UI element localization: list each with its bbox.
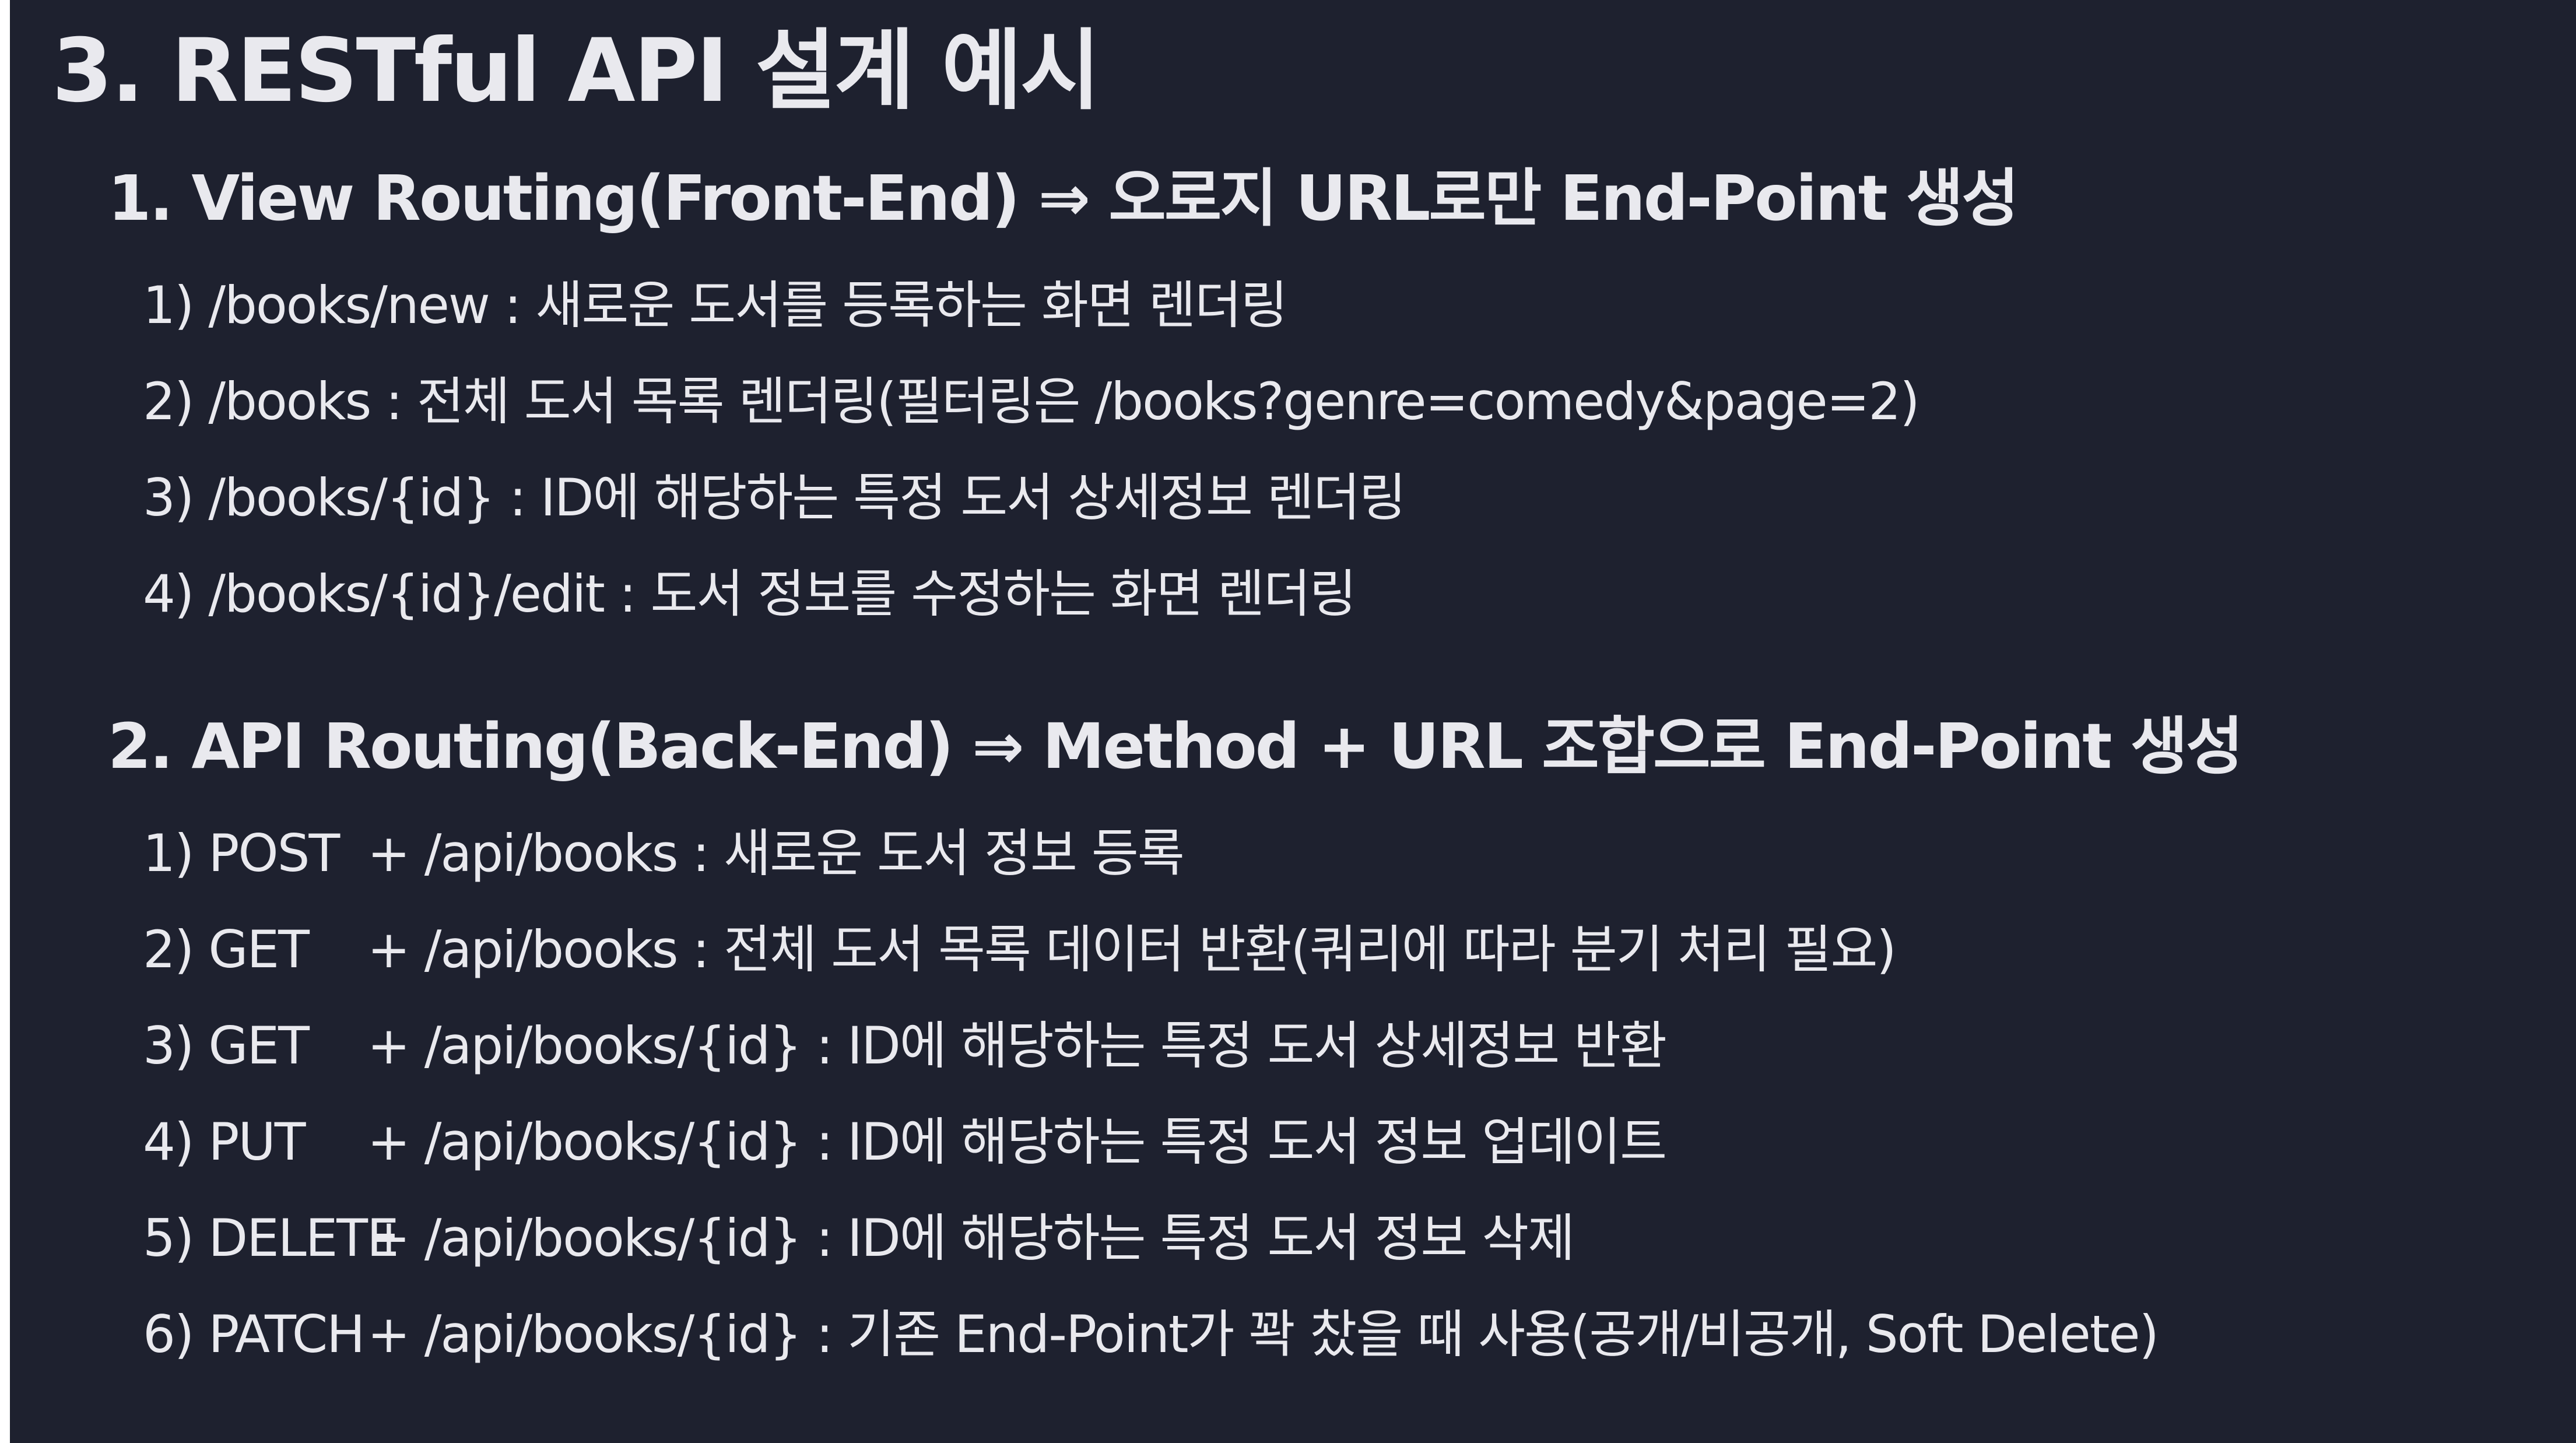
item-text: /books/{id} : ID에 해당하는 특정 도서 상세정보 렌더링 [208,468,1406,528]
api-routing-item: 1) POST + /api/books : 새로운 도서 정보 등록 [143,805,2242,901]
http-method: GET [208,919,310,980]
api-routing-item: 4) PUT + /api/books/{id} : ID에 해당하는 특정 도서… [143,1094,2242,1190]
item-method: 3) GET [143,998,367,1094]
view-routing-section: 1. View Routing(Front-End) ⇒ 오로지 URL로만 E… [108,163,2019,642]
item-text: + /api/books : 새로운 도서 정보 등록 [367,823,1185,884]
item-number: 4) [143,1112,194,1172]
item-number: 6) [143,1304,194,1365]
item-number: 2) [143,371,194,432]
item-text: + /api/books/{id} : 기존 End-Point가 꽉 찼을 때… [367,1304,2159,1365]
api-routing-list: 1) POST + /api/books : 새로운 도서 정보 등록 2) GE… [143,805,2242,1382]
http-method: PATCH [208,1304,365,1365]
api-routing-heading: 2. API Routing(Back-End) ⇒ Method + URL … [108,711,2244,783]
view-routing-item: 1) /books/new : 새로운 도서를 등록하는 화면 렌더링 [143,257,2017,353]
view-routing-list: 1) /books/new : 새로운 도서를 등록하는 화면 렌더링 2) /… [143,257,2017,642]
item-method: 5) DELETE [143,1190,399,1286]
item-number: 5) [143,1208,194,1269]
item-text: /books : 전체 도서 목록 렌더링(필터링은 /books?genre=… [208,371,1919,432]
slide: 3. RESTful API 설계 예시 1. View Routing(Fro… [10,0,2576,1443]
item-text: + /api/books/{id} : ID에 해당하는 특정 도서 정보 업데… [367,1112,1667,1172]
item-text: + /api/books/{id} : ID에 해당하는 특정 도서 정보 삭제 [367,1208,1575,1269]
item-text: + /api/books/{id} : ID에 해당하는 특정 도서 상세정보 … [367,1016,1667,1076]
api-routing-item: 5) DELETE+ /api/books/{id} : ID에 해당하는 특정… [143,1190,2242,1286]
item-number: 3) [143,468,194,528]
view-routing-heading: 1. View Routing(Front-End) ⇒ 오로지 URL로만 E… [108,163,2019,235]
slide-title: 3. RESTful API 설계 예시 [52,20,1101,122]
item-number: 3) [143,1016,194,1076]
item-number: 4) [143,564,194,624]
api-routing-item: 6) PATCH+ /api/books/{id} : 기존 End-Point… [143,1286,2242,1382]
item-text: /books/new : 새로운 도서를 등록하는 화면 렌더링 [208,275,1287,336]
item-method: 6) PATCH [143,1286,367,1382]
item-text: /books/{id}/edit : 도서 정보를 수정하는 화면 렌더링 [208,564,1356,624]
api-routing-section: 2. API Routing(Back-End) ⇒ Method + URL … [108,711,2244,1382]
view-routing-item: 4) /books/{id}/edit : 도서 정보를 수정하는 화면 렌더링 [143,546,2017,642]
item-method: 1) POST [143,805,367,901]
http-method: PUT [208,1112,306,1172]
api-routing-item: 3) GET + /api/books/{id} : ID에 해당하는 특정 도서… [143,998,2242,1094]
item-number: 1) [143,275,194,336]
view-routing-item: 3) /books/{id} : ID에 해당하는 특정 도서 상세정보 렌더링 [143,450,2017,546]
view-routing-item: 2) /books : 전체 도서 목록 렌더링(필터링은 /books?gen… [143,353,2017,450]
http-method: GET [208,1016,310,1076]
api-routing-item: 2) GET + /api/books : 전체 도서 목록 데이터 반환(쿼리에… [143,901,2242,998]
item-number: 2) [143,919,194,980]
http-method: POST [208,823,340,884]
item-method: 4) PUT [143,1094,367,1190]
item-text: + /api/books : 전체 도서 목록 데이터 반환(쿼리에 따라 분기… [367,919,1897,980]
item-method: 2) GET [143,901,367,998]
item-number: 1) [143,823,194,884]
